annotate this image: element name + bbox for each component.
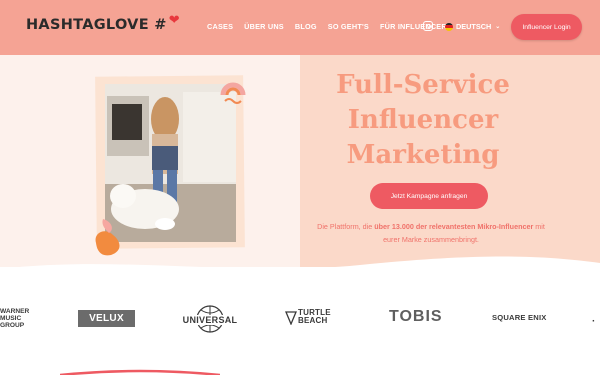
universal-logo: UNIVERSAL bbox=[180, 304, 240, 334]
turtle-beach-logo: TURTLE BEACH bbox=[285, 309, 347, 329]
headline-line-1: Full-Service bbox=[336, 70, 510, 100]
turtle-shell-icon bbox=[285, 311, 297, 325]
site-logo[interactable]: HASHTAGLOVE # ❤ bbox=[26, 13, 180, 34]
request-campaign-button[interactable]: Jetzt Kampagne anfragen bbox=[370, 183, 488, 209]
nav-cases[interactable]: CASES bbox=[207, 22, 233, 31]
main-nav: CASES ÜBER UNS BLOG SO GEHT'S FÜR INFLUE… bbox=[207, 22, 447, 31]
top-header: HASHTAGLOVE # ❤ CASES ÜBER UNS BLOG SO G… bbox=[0, 0, 600, 55]
headline-line-2: Influencer bbox=[347, 105, 499, 135]
chevron-down-icon: ⌄ bbox=[495, 24, 501, 30]
partial-logo-edge: · bbox=[592, 316, 596, 327]
nav-blog[interactable]: BLOG bbox=[295, 22, 317, 31]
warner-line-1: WARNER bbox=[0, 308, 30, 315]
decorative-blob-shape bbox=[95, 219, 120, 256]
brand-logo-strip: WARNER MUSIC GROUP VELUX UNIVERSAL TURTL… bbox=[0, 296, 600, 346]
germany-flag-icon bbox=[445, 22, 453, 31]
logo-text: HASHTAGLOVE # bbox=[26, 17, 167, 33]
language-label: DEUTSCH bbox=[456, 22, 492, 31]
universal-text: UNIVERSAL bbox=[180, 315, 240, 325]
turtle-line-2: BEACH bbox=[298, 316, 328, 325]
turtle-beach-text: TURTLE BEACH bbox=[298, 309, 331, 325]
influencer-login-button[interactable]: Influencer Login bbox=[511, 14, 582, 40]
hero-wave-divider bbox=[0, 256, 600, 275]
hero-description: Die Plattform, die über 13.000 der relev… bbox=[315, 220, 547, 246]
description-bold: über 13.000 der relevantesten Mikro-Infl… bbox=[374, 222, 534, 231]
nav-so-gehts[interactable]: SO GEHT'S bbox=[328, 22, 369, 31]
description-pre: Die Plattform, die bbox=[317, 222, 375, 231]
headline-line-3: Marketing bbox=[346, 140, 500, 170]
heart-icon: ❤ bbox=[168, 12, 180, 28]
square-enix-logo: SQUARE ENIX bbox=[492, 313, 547, 322]
warner-music-logo: WARNER MUSIC GROUP bbox=[0, 308, 34, 329]
warner-line-2: MUSIC bbox=[0, 315, 22, 322]
instagram-icon[interactable] bbox=[423, 21, 433, 31]
page: HASHTAGLOVE # ❤ CASES ÜBER UNS BLOG SO G… bbox=[0, 0, 600, 375]
decorative-arch-shape bbox=[220, 82, 246, 104]
bottom-curve-divider bbox=[60, 369, 220, 375]
warner-line-3: GROUP bbox=[0, 322, 25, 329]
velux-logo: VELUX bbox=[78, 310, 135, 327]
tobis-logo: TOBIS bbox=[389, 308, 443, 325]
hero-headline: Full-Service Influencer Marketing bbox=[300, 68, 546, 173]
nav-ueber-uns[interactable]: ÜBER UNS bbox=[244, 22, 284, 31]
nav-fuer-influencer[interactable]: FÜR INFLUENCER bbox=[380, 22, 447, 31]
language-selector[interactable]: DEUTSCH ⌄ bbox=[445, 22, 500, 31]
